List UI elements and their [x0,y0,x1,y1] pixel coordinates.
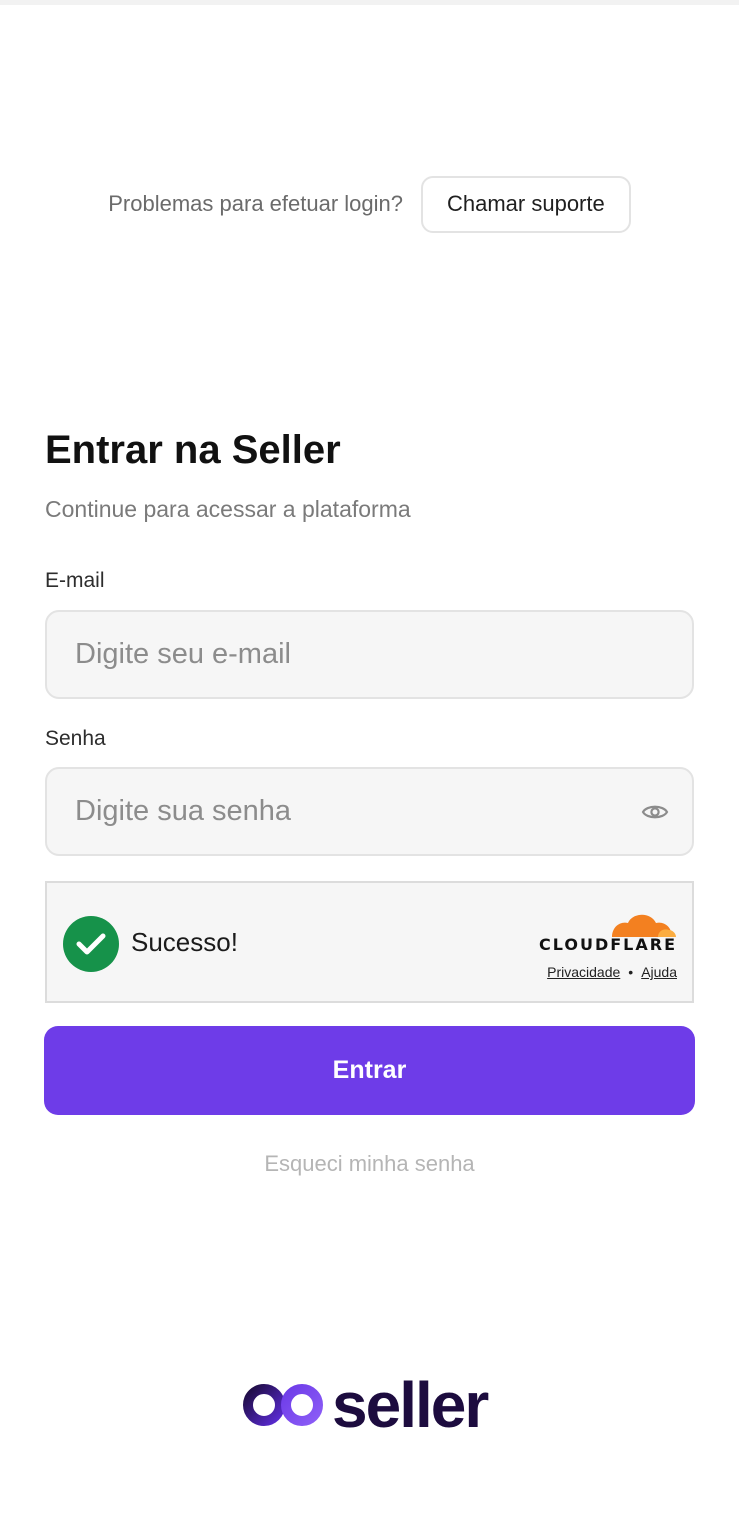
email-field[interactable] [47,612,692,697]
eye-icon[interactable] [640,799,670,825]
eye-icon-svg [641,805,669,819]
link-separator: • [628,964,634,980]
brand-wordmark: seller [332,1369,489,1441]
password-field-wrapper [45,767,694,856]
email-field-wrapper [45,610,694,699]
forgot-password-link[interactable]: Esqueci minha senha [0,1151,739,1177]
captcha-widget: Sucesso! CLOUDFLARE Privacidade • Ajuda [45,881,694,1003]
captcha-links: Privacidade • Ajuda [547,964,677,980]
check-icon [63,916,119,972]
help-link[interactable]: Ajuda [641,964,677,980]
call-support-button[interactable]: Chamar suporte [420,175,631,233]
support-row: Problemas para efetuar login? Chamar sup… [0,175,739,233]
support-question: Problemas para efetuar login? [108,191,403,216]
cloudflare-wordmark: CLOUDFLARE [539,935,677,954]
page-subtitle: Continue para acessar a plataforma [45,496,411,522]
privacy-link[interactable]: Privacidade [547,964,620,980]
submit-button[interactable]: Entrar [44,1026,695,1115]
password-label: Senha [45,727,106,750]
page-title: Entrar na Seller [45,428,341,472]
brand-logo: seller [242,1370,502,1440]
top-status-strip [0,0,739,5]
email-label: E-mail [45,569,105,592]
captcha-status: Sucesso! [131,927,238,957]
password-field[interactable] [47,769,692,854]
seller-infinity-icon [243,1384,323,1426]
